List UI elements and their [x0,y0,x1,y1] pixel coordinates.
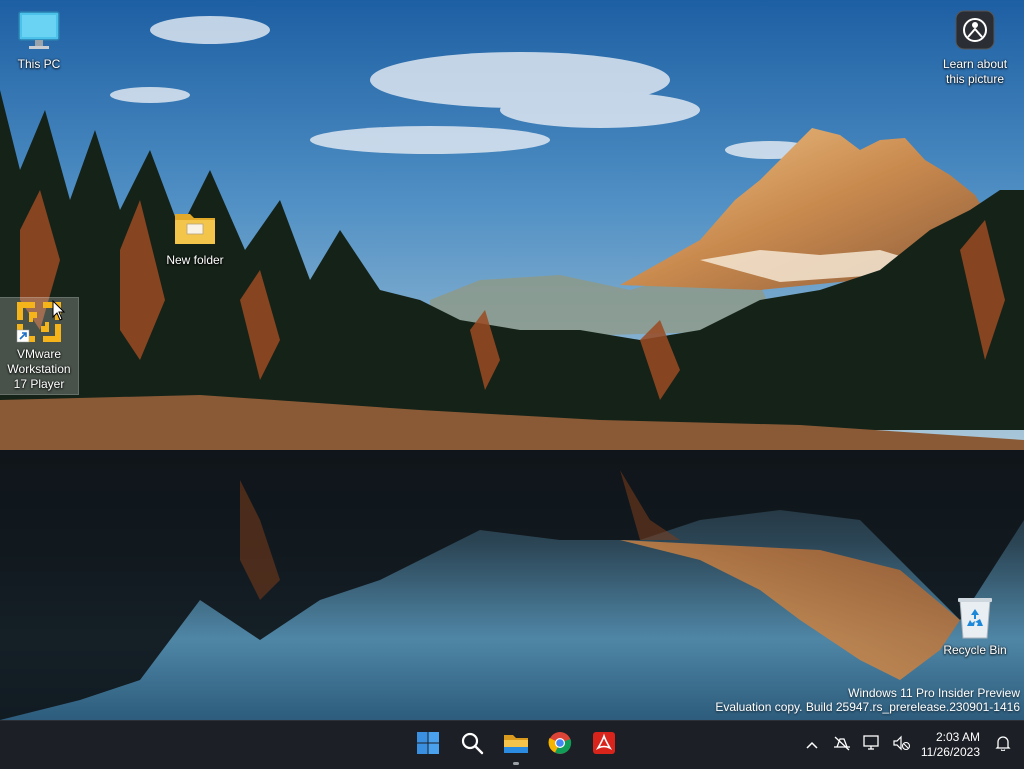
this-pc-icon [15,10,63,54]
start-icon [416,731,440,760]
chrome-icon [548,731,572,760]
file-explorer-icon [503,731,529,760]
learn-about-picture-icon [951,10,999,54]
new-folder-icon-item[interactable]: New folder [157,206,233,268]
this-pc-label: This PC [17,57,61,71]
search-button[interactable] [450,721,494,769]
evaluation-watermark: Windows 11 Pro Insider Preview Evaluatio… [715,686,1020,714]
volume-muted-icon [893,735,911,756]
acrobat-button[interactable] [582,721,626,769]
running-indicator [513,762,519,765]
mouse-cursor-icon [52,299,66,322]
learn-about-label-line2: this picture [945,72,1005,86]
taskbar-clock[interactable]: 2:03 AM 11/26/2023 [917,730,988,760]
display-icon [863,734,881,756]
start-button[interactable] [406,721,450,769]
vmware-label-line2: Workstation [7,362,71,376]
new-folder-label: New folder [166,253,224,267]
vmware-label-line3: 17 Player [13,377,65,391]
notifications-button[interactable] [988,725,1018,765]
taskbar: 2:03 AM 11/26/2023 [0,720,1024,769]
recycle-bin-icon-item[interactable]: Recycle Bin [937,596,1013,658]
display-status-button[interactable] [857,725,887,765]
volume-button[interactable] [887,725,917,765]
acrobat-icon [592,731,616,760]
system-tray: 2:03 AM 11/26/2023 [797,721,1024,769]
this-pc-icon-item[interactable]: This PC [1,10,77,72]
taskbar-pinned-apps [406,721,626,769]
network-status-button[interactable] [827,725,857,765]
watermark-line2: Evaluation copy. Build 25947.rs_prerelea… [715,700,1020,714]
recycle-bin-icon [951,596,999,640]
show-hidden-icons-button[interactable] [797,725,827,765]
recycle-bin-label: Recycle Bin [943,643,1007,657]
folder-icon [171,206,219,250]
vmware-player-icon-item[interactable]: VMware Workstation 17 Player [0,297,79,395]
search-icon [460,731,484,760]
chevron-up-icon [806,736,818,754]
desktop-wallpaper [0,0,1024,720]
learn-about-picture-icon-item[interactable]: Learn about this picture [937,10,1013,87]
clock-time: 2:03 AM [935,730,980,744]
watermark-line1: Windows 11 Pro Insider Preview [848,686,1020,700]
file-explorer-button[interactable] [494,721,538,769]
notification-bell-icon [995,735,1011,756]
learn-about-label-line1: Learn about [942,57,1008,71]
clock-date: 11/26/2023 [920,745,980,759]
vmware-label-line1: VMware [16,347,61,361]
network-offline-icon [833,735,851,756]
chrome-button[interactable] [538,721,582,769]
